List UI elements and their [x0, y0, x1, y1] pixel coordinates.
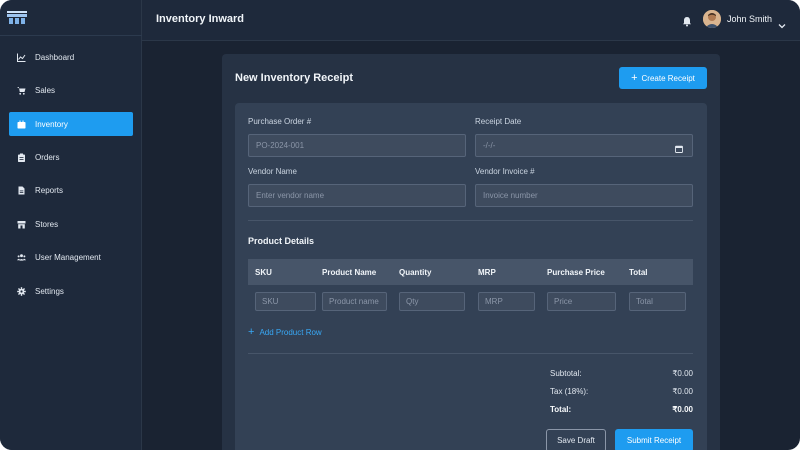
sidebar-item-label: Inventory — [35, 119, 68, 129]
product-details-title: Product Details — [248, 236, 315, 246]
calendar-icon[interactable] — [675, 140, 683, 153]
invoice-label: Vendor Invoice # — [475, 167, 535, 176]
clipboard-icon — [17, 153, 26, 162]
total-value: ₹0.00 — [672, 405, 693, 414]
sidebar-item-stores[interactable]: Stores — [9, 212, 133, 236]
column-header-total: Total — [629, 268, 648, 277]
date-label: Receipt Date — [475, 117, 522, 126]
sidebar-item-settings[interactable]: Settings — [9, 279, 133, 303]
sidebar-item-user-management[interactable]: User Management — [9, 245, 133, 269]
plus-icon: + — [631, 71, 638, 84]
chevron-down-icon[interactable] — [778, 16, 786, 29]
subtotal-label: Subtotal: — [550, 369, 582, 378]
file-icon — [17, 186, 26, 195]
store-icon — [17, 220, 26, 229]
vendor-name-input[interactable] — [248, 184, 466, 207]
section-divider — [248, 220, 693, 221]
top-header: Inventory Inward John Smith — [142, 0, 800, 41]
sidebar-item-label: Settings — [35, 286, 64, 296]
receipt-card: New Inventory Receipt + Create Receipt P… — [222, 54, 720, 450]
user-name[interactable]: John Smith — [727, 14, 772, 24]
sidebar-item-label: Orders — [35, 152, 60, 162]
sidebar-item-label: Stores — [35, 219, 59, 229]
gear-icon — [17, 286, 26, 296]
sidebar-item-sales[interactable]: Sales — [9, 78, 133, 102]
column-header-sku: SKU — [255, 268, 272, 277]
total-input[interactable] — [629, 292, 686, 311]
summary-divider — [248, 353, 693, 354]
product-table-header: SKU Product Name Quantity MRP Purchase P… — [248, 259, 693, 285]
mrp-input[interactable] — [478, 292, 535, 311]
sidebar-item-dashboard[interactable]: Dashboard — [9, 45, 133, 69]
vendor-label: Vendor Name — [248, 167, 297, 176]
column-header-quantity: Quantity — [399, 268, 432, 277]
add-product-row-label: Add Product Row — [259, 328, 322, 337]
sidebar-divider — [0, 35, 142, 36]
sidebar-item-reports[interactable]: Reports — [9, 178, 133, 202]
bell-icon[interactable] — [682, 14, 692, 27]
plus-icon: + — [248, 326, 255, 338]
receipt-form-panel: Purchase Order # Receipt Date Vendor Nam… — [235, 103, 707, 450]
store-logo-icon[interactable] — [6, 10, 28, 26]
cart-icon — [17, 86, 26, 95]
po-input[interactable] — [248, 134, 466, 157]
subtotal-value: ₹0.00 — [672, 369, 693, 378]
sidebar-item-label: Sales — [35, 85, 56, 95]
add-product-row-link[interactable]: + Add Product Row — [248, 327, 322, 338]
quantity-input[interactable] — [399, 292, 465, 311]
vendor-invoice-input[interactable] — [475, 184, 693, 207]
total-label: Total: — [550, 405, 572, 414]
sidebar-item-inventory[interactable]: Inventory — [9, 112, 133, 136]
sidebar-item-orders[interactable]: Orders — [9, 145, 133, 169]
receipt-date-input[interactable] — [475, 134, 693, 157]
create-receipt-label: Create Receipt — [641, 73, 695, 83]
sidebar-item-label: Dashboard — [35, 52, 75, 62]
column-header-mrp: MRP — [478, 268, 496, 277]
box-icon — [17, 120, 26, 129]
column-header-purchase-price: Purchase Price — [547, 268, 605, 277]
sku-input[interactable] — [255, 292, 316, 311]
sidebar: Dashboard Sales Inventory Orders Reports — [0, 0, 142, 450]
save-draft-button[interactable]: Save Draft — [546, 429, 606, 450]
sidebar-item-label: User Management — [35, 252, 101, 262]
avatar[interactable] — [703, 10, 721, 28]
tax-label: Tax (18%): — [550, 387, 589, 396]
create-receipt-button[interactable]: + Create Receipt — [619, 67, 707, 89]
submit-receipt-button[interactable]: Submit Receipt — [615, 429, 693, 450]
app-frame: Dashboard Sales Inventory Orders Reports — [0, 0, 800, 450]
card-title: New Inventory Receipt — [235, 72, 353, 84]
column-header-product-name: Product Name — [322, 268, 377, 277]
tax-value: ₹0.00 — [672, 387, 693, 396]
po-label: Purchase Order # — [248, 117, 312, 126]
page-title: Inventory Inward — [156, 13, 245, 25]
sidebar-item-label: Reports — [35, 185, 64, 195]
product-name-input[interactable] — [322, 292, 387, 311]
purchase-price-input[interactable] — [547, 292, 616, 311]
users-icon — [17, 253, 26, 262]
chart-line-icon — [17, 53, 26, 62]
